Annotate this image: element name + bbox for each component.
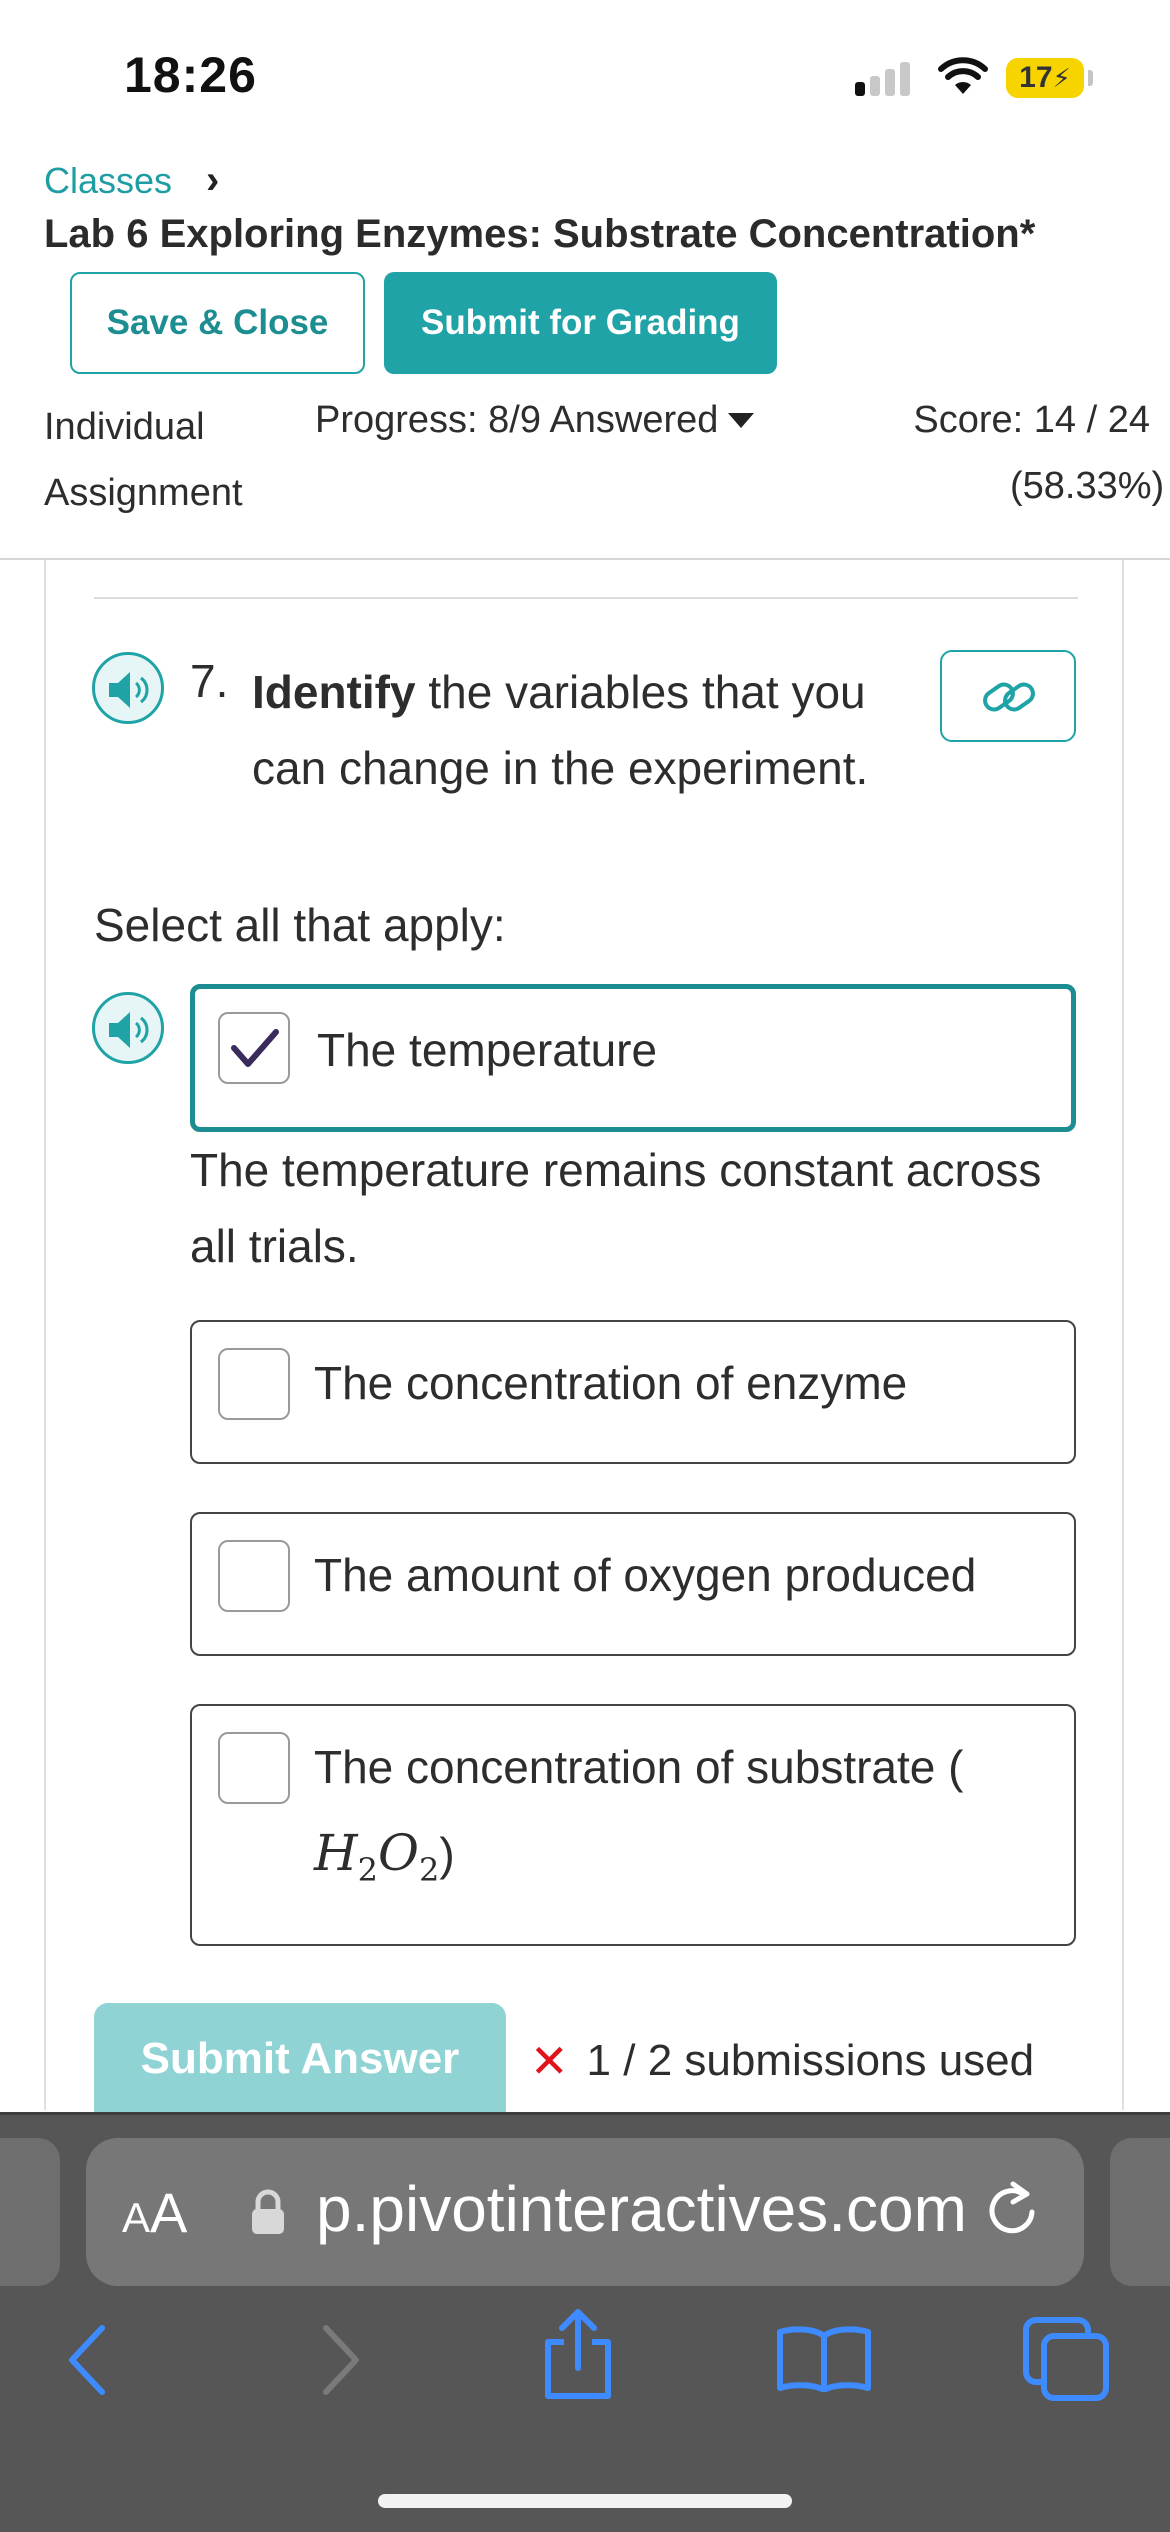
instruction-text: Select all that apply: [94,899,506,951]
caret-down-icon [728,412,755,428]
lock-icon [250,2188,286,2236]
checkbox-enzyme-concentration[interactable] [218,1348,290,1420]
assignment-type-line2: Assignment [44,472,243,514]
home-indicator [378,2494,792,2508]
checkbox-temperature[interactable] [218,1012,290,1084]
option-enzyme-concentration[interactable]: The concentration of enzyme [190,1320,1076,1464]
substrate-formula: H2O2 [314,1824,440,1889]
browser-chrome-border [0,2112,1170,2115]
save-close-button[interactable]: Save & Close [70,272,365,374]
option-formula-line: H2O2) [314,1820,455,1903]
page-title: Lab 6 Exploring Enzymes: Substrate Conce… [44,212,1036,256]
tabs-icon[interactable] [1022,2316,1112,2407]
share-icon[interactable] [540,2308,616,2407]
card-divider [94,597,1078,599]
assignment-type-line1: Individual [44,406,205,448]
forward-arrow-icon[interactable] [316,2320,366,2405]
link-icon [983,682,1035,712]
status-time: 18:26 [124,47,257,103]
reload-icon[interactable] [985,2180,1041,2245]
battery-icon: 17⚡ [1006,58,1084,98]
option-substrate-concentration[interactable]: The concentration of substrate ( H2O2) [190,1704,1076,1946]
checkbox-substrate-concentration[interactable] [218,1732,290,1804]
formula-close: ) [439,1828,455,1880]
score-percent: (58.33%) [1010,465,1165,507]
submissions-status: ✕ 1 / 2 submissions used [530,2034,1034,2088]
breadcrumb-classes[interactable]: Classes [44,160,172,202]
breadcrumb[interactable]: Classes › [44,158,219,203]
option-temperature[interactable]: The temperature [190,984,1076,1132]
chevron-right-icon: › [206,158,220,202]
assignment-type: Individual Assignment [44,394,243,526]
checkbox-oxygen-produced[interactable] [218,1540,290,1612]
submit-answer-button[interactable]: Submit Answer [94,2003,506,2115]
x-mark-icon: ✕ [530,2035,569,2087]
copy-link-button[interactable] [940,650,1076,742]
option-label: The temperature [317,1024,658,1076]
question-bold-word: Identify [252,666,416,718]
score-text: Score: 14 / 24 [913,399,1150,441]
next-tab-preview[interactable] [1110,2138,1170,2286]
question-text: Identify the variables that you can chan… [252,654,892,806]
option-feedback: The temperature remains constant across … [190,1144,1042,1272]
question-number: 7. [190,655,229,707]
option-label: The concentration of substrate ( [314,1741,964,1793]
submit-for-grading-button[interactable]: Submit for Grading [384,272,777,374]
submissions-text: 1 / 2 submissions used [586,2036,1035,2085]
battery-nub [1088,70,1093,86]
option-label: The amount of oxygen produced [314,1549,977,1601]
checkmark-icon [231,1029,279,1067]
wifi-icon [938,56,988,96]
url-text[interactable]: p.pivotinteractives.com [316,2172,967,2246]
reader-options-button[interactable]: AA [122,2180,187,2245]
option-oxygen-produced[interactable]: The amount of oxygen produced [190,1512,1076,1656]
cellular-signal-icon [855,60,915,96]
previous-tab-preview[interactable] [0,2138,60,2286]
option-label: The concentration of enzyme [314,1357,908,1409]
bookmarks-icon[interactable] [776,2326,872,2397]
progress-text: Progress: 8/9 Answered [315,399,719,441]
progress-dropdown[interactable]: Progress: 8/9 Answered [315,394,755,446]
back-arrow-icon[interactable] [62,2320,112,2405]
read-aloud-options-icon[interactable] [92,992,164,1064]
read-aloud-question-icon[interactable] [92,652,164,724]
battery-level: 17 [1019,61,1053,94]
